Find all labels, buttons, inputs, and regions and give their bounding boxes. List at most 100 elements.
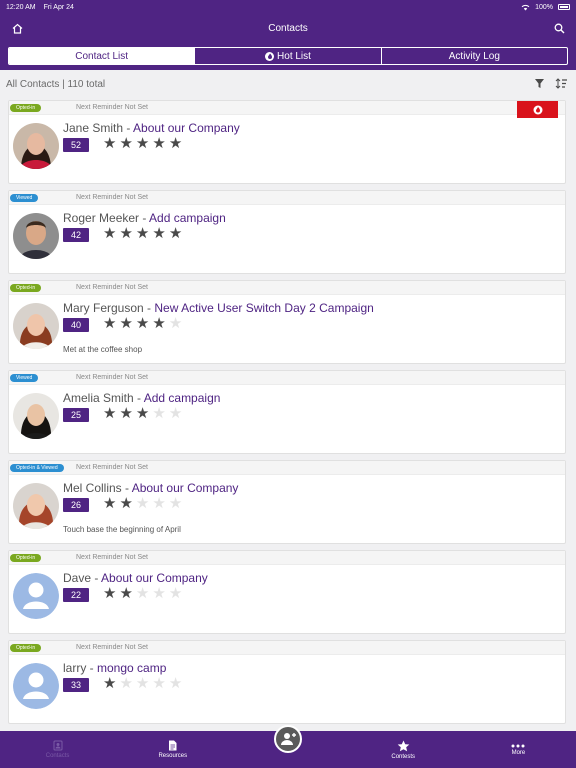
contact-note: Touch base the beginning of April bbox=[63, 525, 181, 534]
star-rating[interactable]: ★ ★ ★ ★ ★ bbox=[103, 136, 182, 152]
battery-percent: 100% bbox=[535, 3, 553, 11]
home-icon[interactable] bbox=[10, 21, 24, 35]
campaign-link[interactable]: About our Company bbox=[133, 121, 240, 135]
star-rating[interactable]: ★ ★ ★ ★ ★ bbox=[103, 226, 182, 242]
rating-star-icon: ★ bbox=[168, 405, 183, 422]
contact-card[interactable]: Viewed Next Reminder Not Set Roger Meeker … bbox=[8, 190, 566, 274]
star-rating[interactable]: ★ ★ ★ ★ ★ bbox=[103, 406, 182, 422]
rating-star-icon: ★ bbox=[103, 315, 117, 332]
card-header: Opted-in Next Reminder Not Set bbox=[9, 551, 565, 565]
tab-activity-log[interactable]: Activity Log bbox=[382, 48, 567, 64]
rating-star-icon: ★ bbox=[103, 225, 117, 242]
name-separator: - bbox=[94, 571, 99, 585]
contact-note: Met at the coffee shop bbox=[63, 345, 143, 354]
contact-name: Jane Smith bbox=[63, 121, 124, 135]
reminder-text: Next Reminder Not Set bbox=[76, 464, 148, 471]
campaign-link[interactable]: Add campaign bbox=[144, 391, 221, 405]
contact-card[interactable]: Opted-in Next Reminder Not Set larry - mon… bbox=[8, 640, 566, 724]
engagement-score: 40 bbox=[63, 318, 89, 332]
avatar bbox=[13, 573, 59, 619]
bottom-tab-bar: Contacts Resources Contests More bbox=[0, 725, 576, 768]
rating-star-icon: ★ bbox=[103, 495, 117, 512]
contact-card[interactable]: Opted-in Next Reminder Not Set Jane Smith … bbox=[8, 100, 566, 184]
status-badge: Viewed bbox=[10, 374, 39, 382]
hot-flag[interactable] bbox=[517, 101, 558, 118]
rating-star-icon: ★ bbox=[119, 315, 133, 332]
reminder-text: Next Reminder Not Set bbox=[76, 644, 148, 651]
name-separator: - bbox=[137, 391, 142, 405]
contact-name-line: Jane Smith - About our Company bbox=[63, 121, 240, 135]
card-header: Opted-in Next Reminder Not Set bbox=[9, 281, 565, 295]
rating-star-icon: ★ bbox=[119, 675, 133, 692]
add-contact-icon bbox=[281, 733, 296, 745]
rating-star-icon: ★ bbox=[152, 315, 166, 332]
engagement-score: 22 bbox=[63, 588, 89, 602]
engagement-score: 42 bbox=[63, 228, 89, 242]
add-contact-button[interactable] bbox=[274, 725, 302, 753]
rating-star-icon: ★ bbox=[135, 495, 150, 512]
contact-name: Amelia Smith bbox=[63, 391, 134, 405]
engagement-score: 26 bbox=[63, 498, 89, 512]
rating-star-icon: ★ bbox=[135, 405, 150, 422]
rating-star-icon: ★ bbox=[119, 495, 133, 512]
star-rating[interactable]: ★ ★ ★ ★ ★ bbox=[103, 586, 182, 602]
reminder-text: Next Reminder Not Set bbox=[76, 104, 148, 111]
filter-icon[interactable] bbox=[534, 78, 545, 89]
rating-star-icon: ★ bbox=[135, 675, 150, 692]
engagement-score: 25 bbox=[63, 408, 89, 422]
more-icon bbox=[511, 744, 525, 747]
rating-star-icon: ★ bbox=[152, 675, 166, 692]
reminder-text: Next Reminder Not Set bbox=[76, 554, 148, 561]
contact-card[interactable]: Opted-in Next Reminder Not Set Mary Fergus… bbox=[8, 280, 566, 364]
search-icon[interactable] bbox=[552, 21, 566, 35]
tab-label: Resources bbox=[158, 753, 188, 759]
contact-name-line: Amelia Smith - Add campaign bbox=[63, 391, 220, 405]
contact-name: Mel Collins bbox=[63, 481, 122, 495]
contact-name: Dave bbox=[63, 571, 95, 585]
tab-label: Contacts bbox=[45, 753, 70, 759]
battery-icon bbox=[558, 4, 570, 10]
contact-card[interactable]: Opted-in Next Reminder Not Set Dave - Abou… bbox=[8, 550, 566, 634]
tab-hot-list[interactable]: Hot List bbox=[195, 48, 382, 64]
star-rating[interactable]: ★ ★ ★ ★ ★ bbox=[103, 676, 182, 692]
rating-star-icon: ★ bbox=[168, 675, 183, 692]
name-separator: - bbox=[147, 301, 152, 315]
name-separator: - bbox=[142, 211, 147, 225]
app-header: 12:20 AM Fri Apr 24 100% Contacts Contac… bbox=[0, 0, 576, 70]
card-header: Opted-in Next Reminder Not Set bbox=[9, 101, 565, 118]
tab-contests[interactable]: Contests bbox=[346, 731, 461, 768]
contact-card[interactable]: Viewed Next Reminder Not Set Amelia Smith … bbox=[8, 370, 566, 454]
status-badge: Opted-in bbox=[10, 104, 42, 112]
tab-contact-list[interactable]: Contact List bbox=[9, 48, 196, 64]
nav-bar: Contacts bbox=[0, 14, 576, 42]
rating-star-icon: ★ bbox=[135, 315, 150, 332]
tab-label: Hot List bbox=[277, 50, 311, 62]
rating-star-icon: ★ bbox=[135, 135, 150, 152]
rating-star-icon: ★ bbox=[152, 495, 166, 512]
contacts-summary: All Contacts | 110 total bbox=[6, 78, 106, 90]
tab-label: More bbox=[511, 749, 526, 756]
rating-star-icon: ★ bbox=[168, 495, 183, 512]
name-separator: - bbox=[126, 121, 131, 135]
avatar bbox=[13, 303, 59, 349]
card-header: Viewed Next Reminder Not Set bbox=[9, 371, 565, 385]
page-title: Contacts bbox=[268, 22, 308, 34]
status-badge: Opted-in & Viewed bbox=[10, 464, 64, 472]
status-time: 12:20 AM bbox=[6, 3, 36, 11]
star-rating[interactable]: ★ ★ ★ ★ ★ bbox=[103, 316, 182, 332]
campaign-link[interactable]: Add campaign bbox=[149, 211, 226, 225]
contact-card[interactable]: Opted-in & Viewed Next Reminder Not Set Me… bbox=[8, 460, 566, 544]
campaign-link[interactable]: New Active User Switch Day 2 Campaign bbox=[154, 301, 373, 315]
campaign-link[interactable]: mongo camp bbox=[97, 661, 166, 675]
tab-resources[interactable]: Resources bbox=[115, 731, 230, 768]
star-rating[interactable]: ★ ★ ★ ★ ★ bbox=[103, 496, 182, 512]
campaign-link[interactable]: About our Company bbox=[101, 571, 208, 585]
avatar bbox=[13, 393, 59, 439]
sort-icon[interactable] bbox=[555, 78, 568, 89]
contact-name: Mary Ferguson bbox=[63, 301, 144, 315]
tab-more[interactable]: More bbox=[461, 731, 576, 768]
tab-contacts[interactable]: Contacts bbox=[0, 731, 115, 768]
campaign-link[interactable]: About our Company bbox=[132, 481, 239, 495]
filter-bar: All Contacts | 110 total bbox=[0, 72, 576, 96]
rating-star-icon: ★ bbox=[168, 315, 183, 332]
